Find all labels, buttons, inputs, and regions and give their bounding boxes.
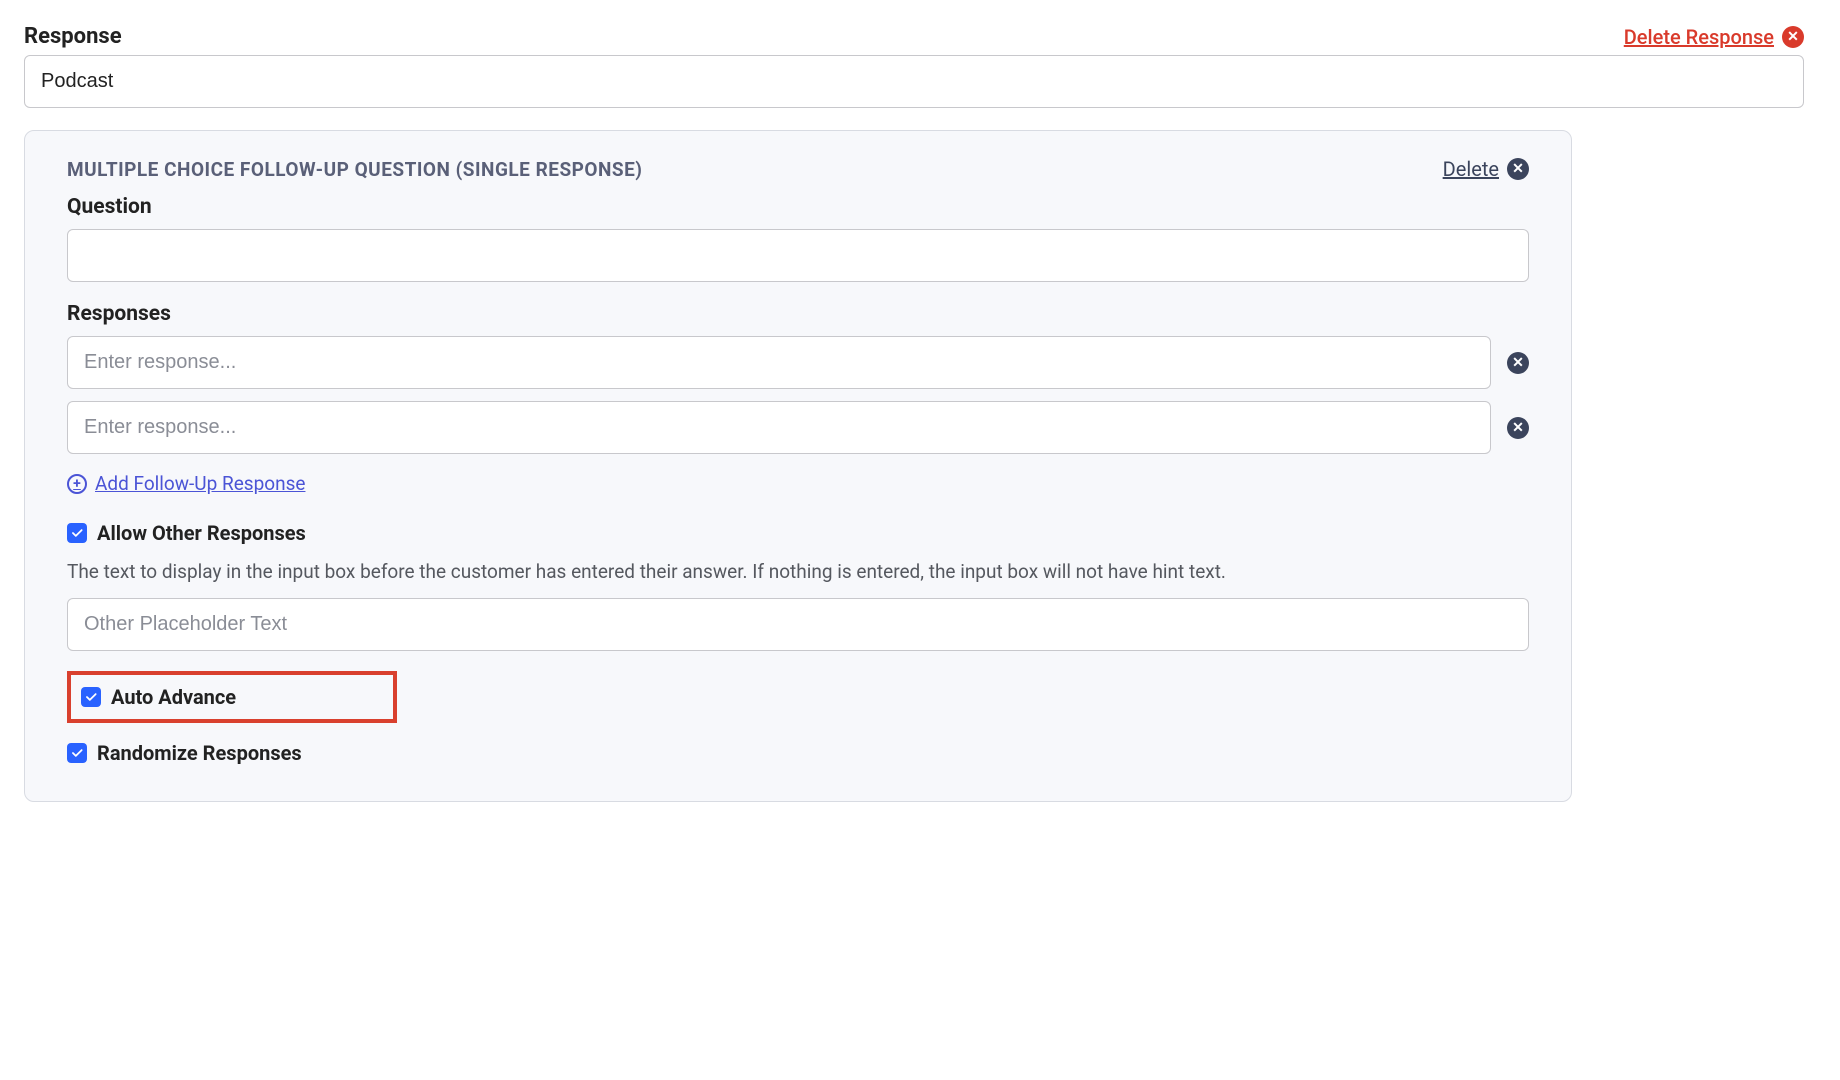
- followup-response-row: ✕: [67, 336, 1529, 389]
- delete-response-label: Delete Response: [1624, 25, 1774, 49]
- followup-response-row: ✕: [67, 401, 1529, 454]
- other-placeholder-input[interactable]: [67, 598, 1529, 651]
- allow-other-hint: The text to display in the input box bef…: [67, 559, 1529, 586]
- followup-heading: MULTIPLE CHOICE FOLLOW-UP QUESTION (SING…: [67, 158, 642, 181]
- allow-other-checkbox[interactable]: [67, 523, 87, 543]
- response-section-label: Response: [24, 24, 122, 49]
- check-icon: [84, 690, 98, 704]
- randomize-label: Randomize Responses: [97, 741, 302, 765]
- question-input[interactable]: [67, 229, 1529, 282]
- close-icon: ✕: [1782, 26, 1804, 48]
- check-icon: [70, 746, 84, 760]
- add-followup-response-button[interactable]: + Add Follow-Up Response: [67, 472, 305, 495]
- close-icon: ✕: [1507, 158, 1529, 180]
- delete-followup-button[interactable]: Delete ✕: [1443, 157, 1529, 181]
- response-input[interactable]: [24, 55, 1804, 108]
- question-label: Question: [67, 195, 1529, 219]
- allow-other-label: Allow Other Responses: [97, 521, 306, 545]
- check-icon: [70, 526, 84, 540]
- randomize-checkbox[interactable]: [67, 743, 87, 763]
- followup-response-input[interactable]: [67, 336, 1491, 389]
- plus-icon: +: [67, 474, 87, 494]
- add-followup-response-label: Add Follow-Up Response: [95, 472, 305, 495]
- delete-response-button[interactable]: Delete Response ✕: [1624, 25, 1804, 49]
- auto-advance-highlight: Auto Advance: [67, 671, 397, 723]
- delete-followup-label: Delete: [1443, 157, 1499, 181]
- followup-panel: MULTIPLE CHOICE FOLLOW-UP QUESTION (SING…: [24, 130, 1572, 802]
- auto-advance-checkbox[interactable]: [81, 687, 101, 707]
- responses-label: Responses: [67, 302, 1529, 326]
- auto-advance-label: Auto Advance: [111, 685, 236, 709]
- remove-response-button[interactable]: ✕: [1507, 417, 1529, 439]
- followup-response-input[interactable]: [67, 401, 1491, 454]
- remove-response-button[interactable]: ✕: [1507, 352, 1529, 374]
